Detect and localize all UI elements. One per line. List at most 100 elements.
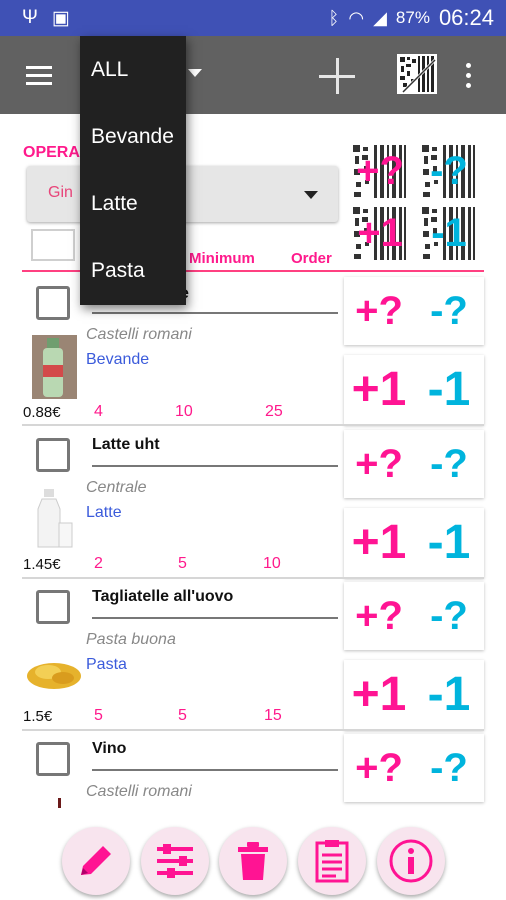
status-bar: Ψ ▣ ᛒ ◠ ◢ 87% 06:24 (0, 0, 506, 36)
item-category[interactable]: Bevande (86, 351, 149, 369)
item-underline (92, 617, 338, 619)
minus-q-label: -? (430, 149, 468, 193)
item-checkbox[interactable] (36, 286, 70, 320)
minus-one-button[interactable]: -1 (414, 660, 484, 730)
item-name: Latte uht (92, 436, 160, 453)
settings-sliders-icon (157, 844, 193, 878)
item-price: 1.5€ (23, 708, 53, 725)
more-icon[interactable] (466, 63, 472, 93)
dropdown-arrow-icon[interactable] (188, 69, 202, 77)
item-underline (92, 769, 338, 771)
item-brand: Castelli romani (86, 326, 192, 343)
quantity-prompt-buttons: +? -? (344, 277, 484, 345)
item-image-bottle (32, 335, 77, 399)
item-image-milk (34, 487, 74, 551)
item-checkbox[interactable] (36, 438, 70, 472)
item-order: 25 (265, 403, 283, 420)
minus-one-label: -1 (431, 211, 467, 255)
select-all-checkbox[interactable] (31, 229, 75, 261)
signal-icon: ◢ (373, 7, 387, 28)
item-image-wine (58, 798, 61, 808)
spinner-value: Gin (48, 184, 73, 201)
column-header-minimum: Minimum (189, 250, 255, 267)
plus-q-button[interactable]: +? (344, 277, 414, 345)
item-quantity: 2 (94, 555, 103, 572)
minus-q-button[interactable]: -? (414, 734, 484, 802)
menu-item-latte[interactable]: Latte (80, 170, 186, 237)
report-button[interactable] (298, 827, 366, 895)
toolbar (0, 36, 506, 114)
item-quantity: 5 (94, 707, 103, 724)
image-icon: ▣ (51, 8, 70, 29)
item-price: 1.45€ (23, 556, 61, 573)
quantity-prompt-buttons: +? -? (344, 582, 484, 650)
minus-q-button[interactable]: -? (414, 430, 484, 498)
item-price: 0.88€ (23, 404, 61, 421)
item-image-pasta (23, 652, 85, 694)
category-dropdown-menu: ALL Bevande Latte Pasta (80, 36, 186, 305)
usb-icon: Ψ (22, 7, 38, 28)
plus-q-label: +? (356, 149, 404, 193)
item-name: Tagliatelle all'uovo (92, 588, 234, 605)
battery-text: 87% (395, 8, 430, 27)
info-icon (389, 839, 433, 883)
menu-item-all[interactable]: ALL (80, 36, 186, 103)
row-divider (22, 729, 484, 731)
item-brand: Castelli romani (86, 783, 192, 800)
item-brand: Pasta buona (86, 631, 176, 648)
menu-icon[interactable] (26, 66, 52, 86)
delete-button[interactable] (219, 827, 287, 895)
item-checkbox[interactable] (36, 590, 70, 624)
plus-one-button[interactable]: +1 (344, 355, 414, 425)
plus-one-button[interactable]: +1 (344, 660, 414, 730)
edit-icon (81, 846, 111, 875)
item-underline (92, 465, 338, 467)
increment-buttons: +1 -1 (344, 355, 484, 425)
item-quantity: 4 (94, 403, 103, 420)
add-icon[interactable] (319, 58, 355, 94)
clipboard-icon (315, 840, 349, 883)
column-header-order: Order (291, 250, 332, 267)
item-minimum: 5 (178, 707, 187, 724)
increment-buttons: +1 -1 (344, 660, 484, 730)
chevron-down-icon (304, 191, 318, 199)
scan-plus-q-button[interactable]: +? (350, 142, 410, 201)
quantity-prompt-buttons: +? -? (344, 430, 484, 498)
bluetooth-icon: ᛒ (328, 7, 340, 28)
edit-button[interactable] (62, 827, 130, 895)
minus-q-button[interactable]: -? (414, 582, 484, 650)
increment-buttons: +1 -1 (344, 508, 484, 578)
wifi-icon: ◠ (348, 7, 365, 28)
item-order: 15 (264, 707, 282, 724)
scan-minus-one-button[interactable]: -1 (419, 204, 479, 263)
plus-q-button[interactable]: +? (344, 430, 414, 498)
row-divider (22, 424, 484, 426)
plus-q-button[interactable]: +? (344, 582, 414, 650)
item-category[interactable]: Pasta (86, 656, 127, 674)
minus-one-button[interactable]: -1 (414, 508, 484, 578)
plus-one-label: +1 (357, 211, 403, 255)
quantity-prompt-buttons: +? -? (344, 734, 484, 802)
item-checkbox[interactable] (36, 742, 70, 776)
item-brand: Centrale (86, 479, 147, 496)
scan-plus-one-button[interactable]: +1 (350, 204, 410, 263)
plus-one-button[interactable]: +1 (344, 508, 414, 578)
item-minimum: 10 (175, 403, 193, 420)
item-name: Vino (92, 740, 127, 757)
minus-one-button[interactable]: -1 (414, 355, 484, 425)
trash-icon (238, 842, 268, 880)
scan-minus-q-button[interactable]: -? (419, 142, 479, 201)
info-button[interactable] (377, 827, 445, 895)
plus-q-button[interactable]: +? (344, 734, 414, 802)
item-category[interactable]: Latte (86, 504, 122, 522)
minus-q-button[interactable]: -? (414, 277, 484, 345)
item-underline (92, 312, 338, 314)
settings-button[interactable] (141, 827, 209, 895)
clock: 06:24 (438, 5, 494, 30)
row-divider (22, 577, 484, 579)
barcode-icon[interactable] (397, 54, 437, 94)
item-order: 10 (263, 555, 281, 572)
item-minimum: 5 (178, 555, 187, 572)
menu-item-bevande[interactable]: Bevande (80, 103, 186, 170)
menu-item-pasta[interactable]: Pasta (80, 237, 186, 304)
